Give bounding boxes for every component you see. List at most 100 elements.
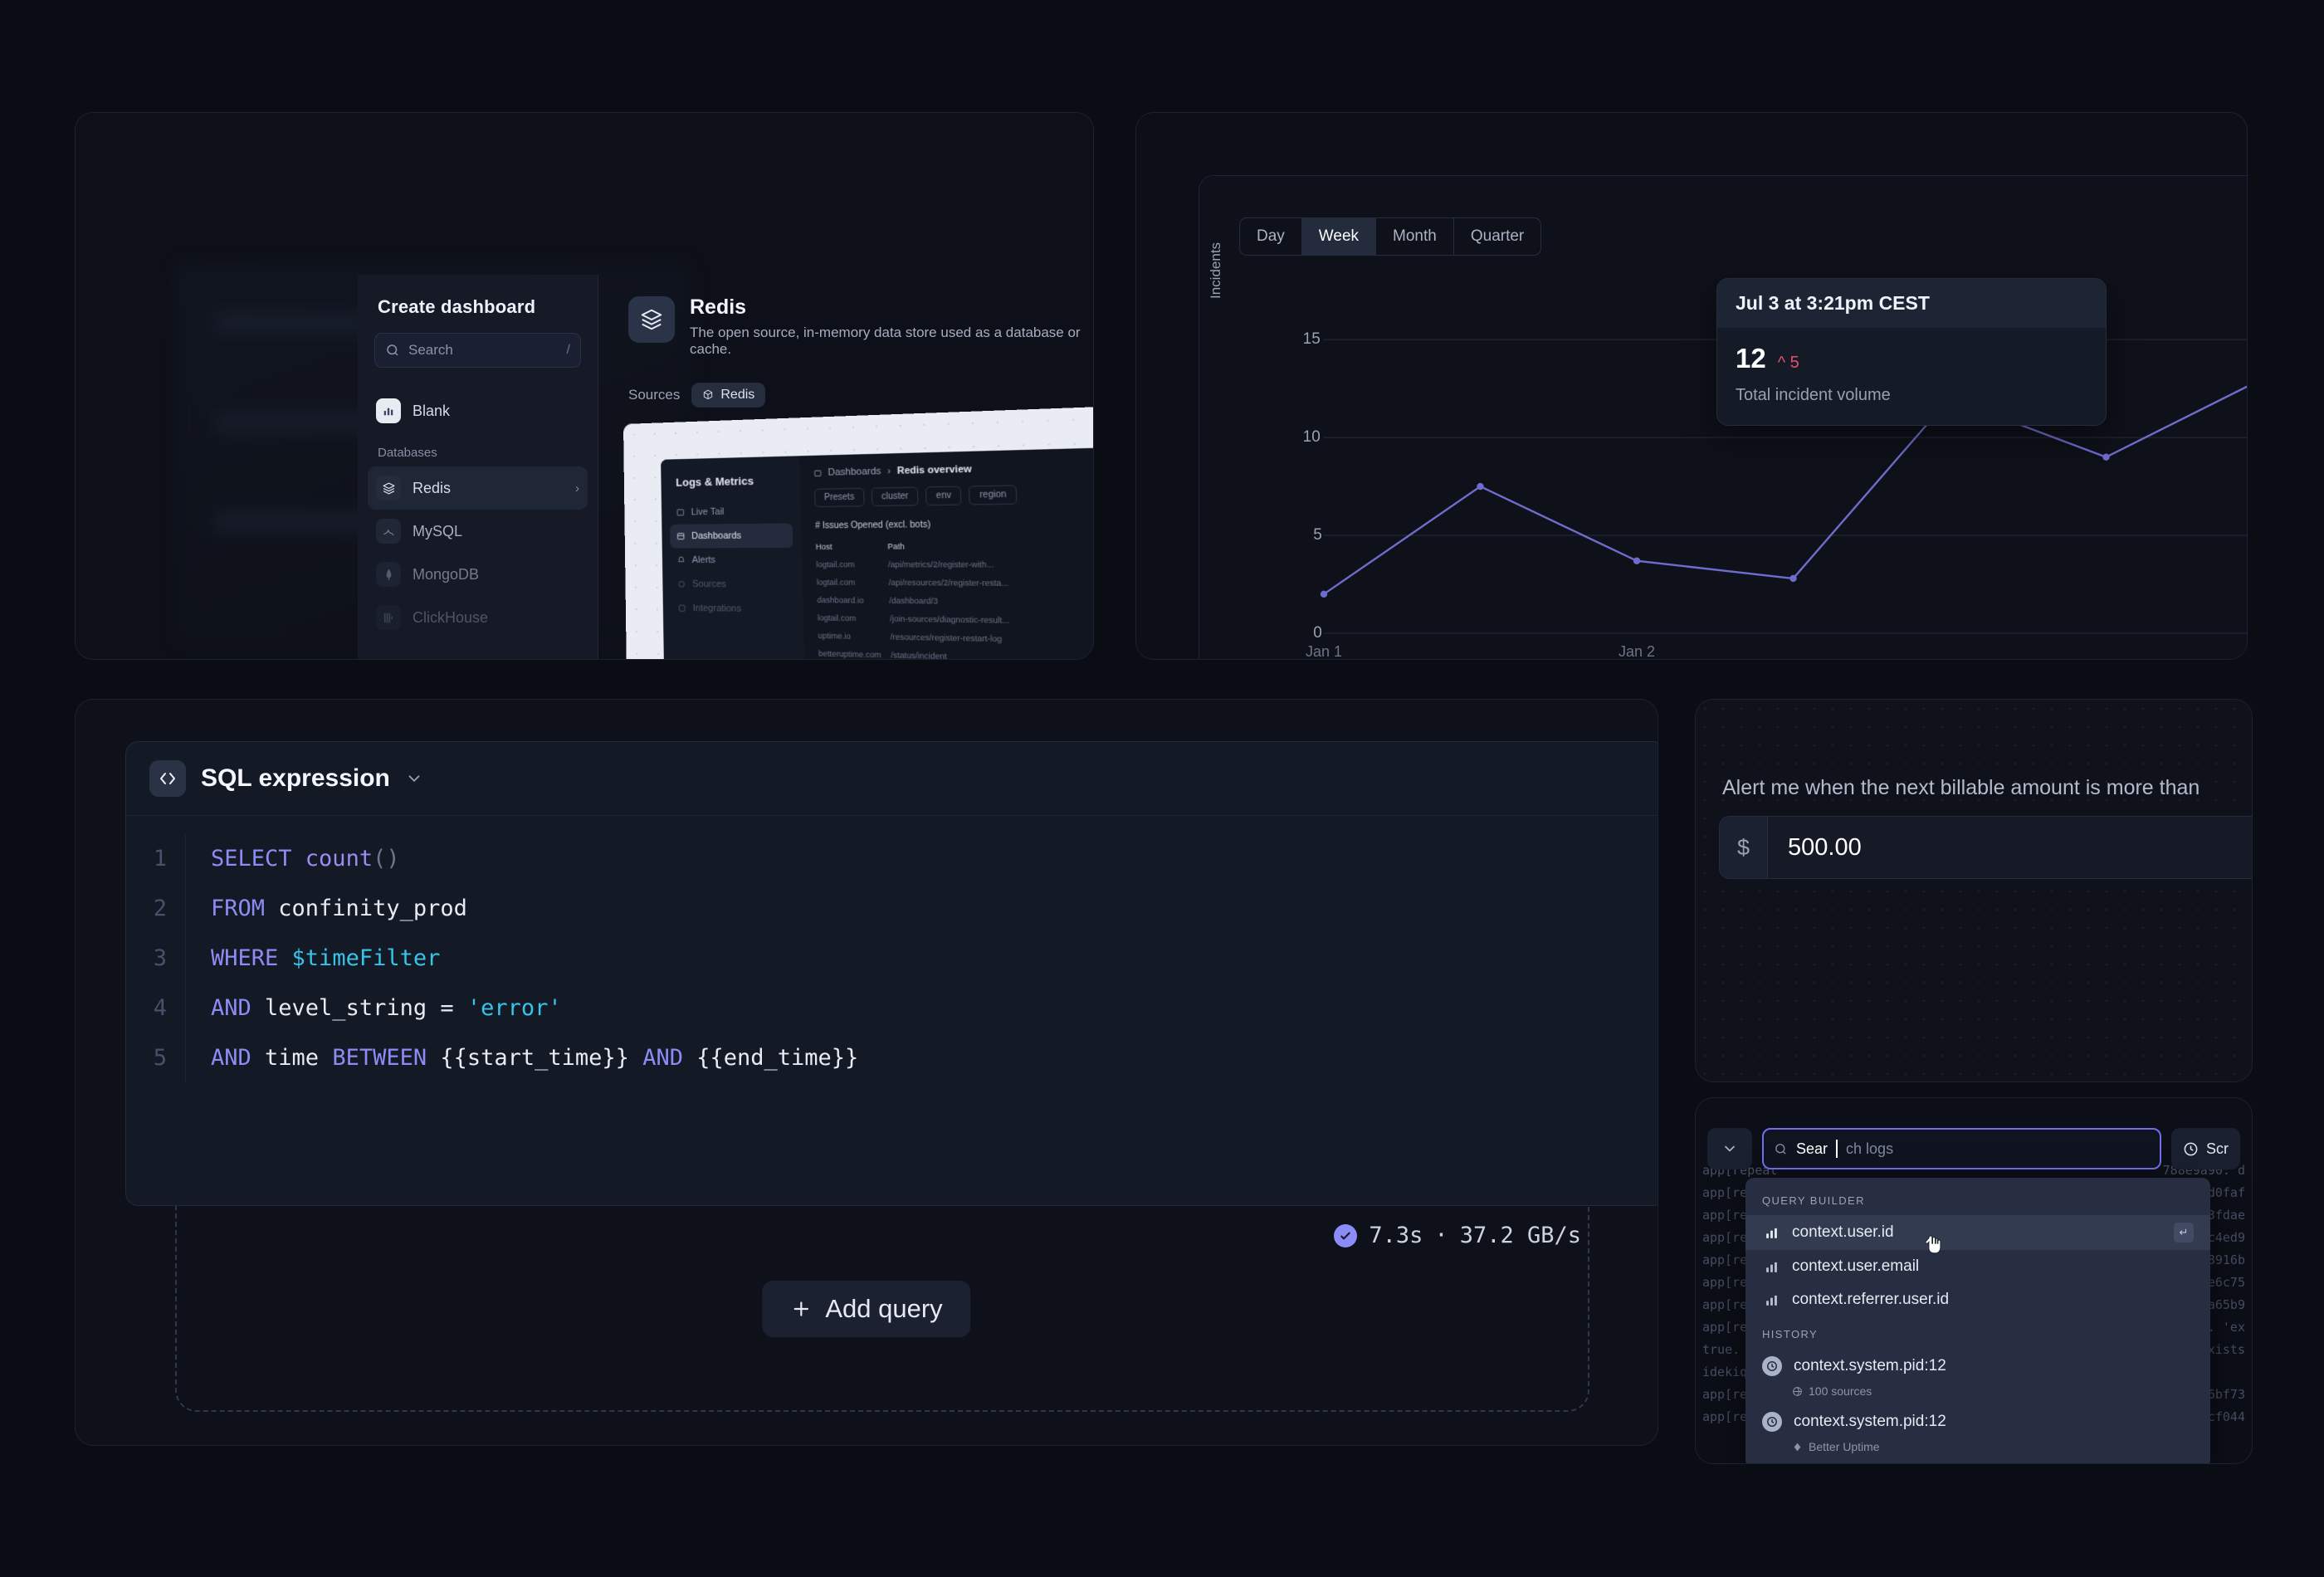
history-item-1[interactable]: context.system.pid:12 (1745, 1349, 2210, 1384)
suggestion-context-user-id[interactable]: context.user.id ↵ (1745, 1215, 2210, 1250)
preview-nav-sources[interactable]: Sources (671, 572, 794, 597)
preview-nav-label: Integrations (692, 603, 742, 614)
search-shortcut: / (566, 343, 570, 357)
billing-alert-label: Alert me when the next billable amount i… (1722, 776, 2200, 799)
time-range-segmented-control[interactable]: Day Week Month Quarter (1239, 217, 1542, 256)
history-meta-1: 100 sources (1745, 1384, 2210, 1404)
scroll-mode-button[interactable]: Scr (2171, 1128, 2240, 1169)
suggestion-context-referrer-user-id[interactable]: context.referrer.user.id (1745, 1283, 2210, 1316)
line-number: 4 (153, 995, 167, 1021)
tab-day[interactable]: Day (1240, 218, 1302, 255)
bell-icon (677, 556, 686, 564)
sql-expression-block: SQL expression 1 2 3 4 5 SELECT count() F… (125, 741, 1658, 1206)
sidebar-item-mysql[interactable]: MySQL (368, 510, 588, 553)
redis-detail-pane: Redis The open source, in-memory data st… (598, 275, 1093, 659)
y-axis-label: Incidents (1208, 242, 1223, 299)
query-builder-section-label: QUERY BUILDER (1762, 1194, 1865, 1207)
code-lines: SELECT count() FROM confinity_prod WHERE $… (186, 834, 1658, 1083)
code-line: WHERE $timeFilter (211, 945, 441, 971)
sql-code-editor[interactable]: 1 2 3 4 5 SELECT count() FROM confinity_p… (126, 816, 1658, 1106)
diamond-icon (1792, 1442, 1803, 1452)
preview-nav-live-tail[interactable]: Live Tail (670, 499, 793, 525)
x-axis-tick: Jan 2 (1618, 643, 1656, 660)
sidebar-item-clickhouse[interactable]: ClickHouse (368, 596, 588, 639)
source-chip-redis[interactable]: Redis (691, 382, 766, 408)
plus-icon (790, 1298, 812, 1320)
tab-month[interactable]: Month (1376, 218, 1454, 255)
line-number-gutter: 1 2 3 4 5 (126, 834, 186, 1083)
preview-sidebar: Logs & Metrics Live Tail Dashboards Aler… (661, 456, 809, 659)
source-chip-label: Redis (720, 387, 755, 402)
preview-brand: Logs & Metrics (676, 474, 754, 489)
redis-title: Redis (690, 295, 747, 319)
bar-chart-icon (1762, 1223, 1780, 1242)
status-separator: · (1434, 1223, 1448, 1248)
sources-label: Sources (628, 386, 681, 403)
source-selector-button[interactable] (1707, 1128, 1752, 1169)
menu-item-blank[interactable]: Blank (368, 389, 588, 432)
preview-table-title: # Issues Opened (excl. bots) (815, 520, 931, 531)
search-placeholder-tail: ch logs (1846, 1140, 1894, 1157)
preview-nav-label: Live Tail (691, 506, 725, 518)
preview-breadcrumb: Dashboards › Redis overview (813, 452, 1093, 479)
search-input[interactable]: Sear ch logs (1762, 1128, 2161, 1169)
menu-item-blank-label: Blank (413, 402, 451, 419)
bar-chart-icon (376, 398, 401, 423)
preview-nav-alerts[interactable]: Alerts (671, 548, 793, 573)
sources-row: Sources Redis (598, 358, 1093, 408)
x-axis-tick: Jan 1 (1305, 643, 1343, 660)
preset-pill-env[interactable]: env (925, 486, 963, 506)
scroll-mode-label: Scr (2206, 1140, 2229, 1157)
history-meta-label: Better Uptime (1809, 1440, 1880, 1453)
y-axis-tick: 5 (1313, 526, 1322, 544)
history-meta-label: 100 sources (1809, 1384, 1872, 1398)
sidebar-item-mongodb[interactable]: MongoDB (368, 553, 588, 596)
search-icon (1774, 1142, 1788, 1156)
dashboard-icon (676, 532, 685, 540)
puzzle-icon (678, 604, 686, 613)
billing-amount-input[interactable]: 500.00 (1768, 817, 1862, 878)
tab-week[interactable]: Week (1301, 218, 1377, 255)
presets-label[interactable]: Presets (814, 487, 865, 508)
terminal-icon (676, 508, 685, 516)
tab-quarter[interactable]: Quarter (1454, 218, 1540, 255)
caret-up-icon: ^ (1777, 354, 1786, 372)
text-caret (1836, 1140, 1838, 1158)
chevron-down-icon[interactable] (405, 769, 423, 788)
chevron-down-icon (1721, 1140, 1738, 1157)
query-throughput: 37.2 GB/s (1459, 1223, 1581, 1248)
table-row: logtail.com/api/metrics/2/register-with.… (816, 559, 994, 569)
chevron-right-icon: › (575, 481, 579, 496)
tooltip-delta: ^ 5 (1778, 354, 1799, 373)
sidebar-item-redis[interactable]: Redis › (368, 466, 588, 510)
plug-icon (677, 580, 686, 588)
y-axis-tick: 15 (1302, 330, 1321, 349)
code-line: AND level_string = 'error' (211, 995, 562, 1021)
preset-pill-cluster[interactable]: cluster (871, 486, 920, 507)
mongodb-leaf-icon (376, 562, 401, 587)
dashboard-search-input[interactable]: Search / (374, 333, 581, 368)
preview-nav-integrations[interactable]: Integrations (671, 596, 795, 622)
suggestion-context-user-email[interactable]: context.user.email (1745, 1250, 2210, 1283)
preset-pill-region[interactable]: region (969, 485, 1018, 505)
query-duration: 7.3s (1369, 1223, 1423, 1248)
billing-amount-field[interactable]: $ 500.00 (1719, 816, 2252, 879)
sidebar-item-clickhouse-label: ClickHouse (413, 608, 489, 626)
breadcrumb-root[interactable]: Dashboards (828, 466, 881, 478)
preview-table: # Issues Opened (excl. bots) Host Path C… (815, 518, 1093, 659)
dashboard-icon (813, 469, 822, 477)
code-line: FROM confinity_prod (211, 896, 467, 921)
create-dashboard-title: Create dashboard (378, 296, 536, 317)
billing-alert-card: Alert me when the next billable amount i… (1695, 699, 2253, 1082)
history-item-2[interactable]: context.system.pid:12 (1745, 1404, 2210, 1439)
redis-description: The open source, in-memory data store us… (690, 324, 1081, 357)
tooltip-value: 12 (1736, 343, 1766, 374)
preview-nav-dashboards[interactable]: Dashboards (670, 523, 793, 549)
enter-key-hint: ↵ (2174, 1223, 2194, 1243)
line-number: 3 (153, 945, 167, 971)
history-label: context.system.pid:12 (1794, 1413, 1946, 1430)
tooltip-timestamp: Jul 3 at 3:21pm CEST (1717, 279, 2106, 328)
clock-icon (2183, 1141, 2199, 1157)
add-query-button[interactable]: Add query (762, 1281, 971, 1337)
sql-expression-header[interactable]: SQL expression (126, 742, 1658, 816)
